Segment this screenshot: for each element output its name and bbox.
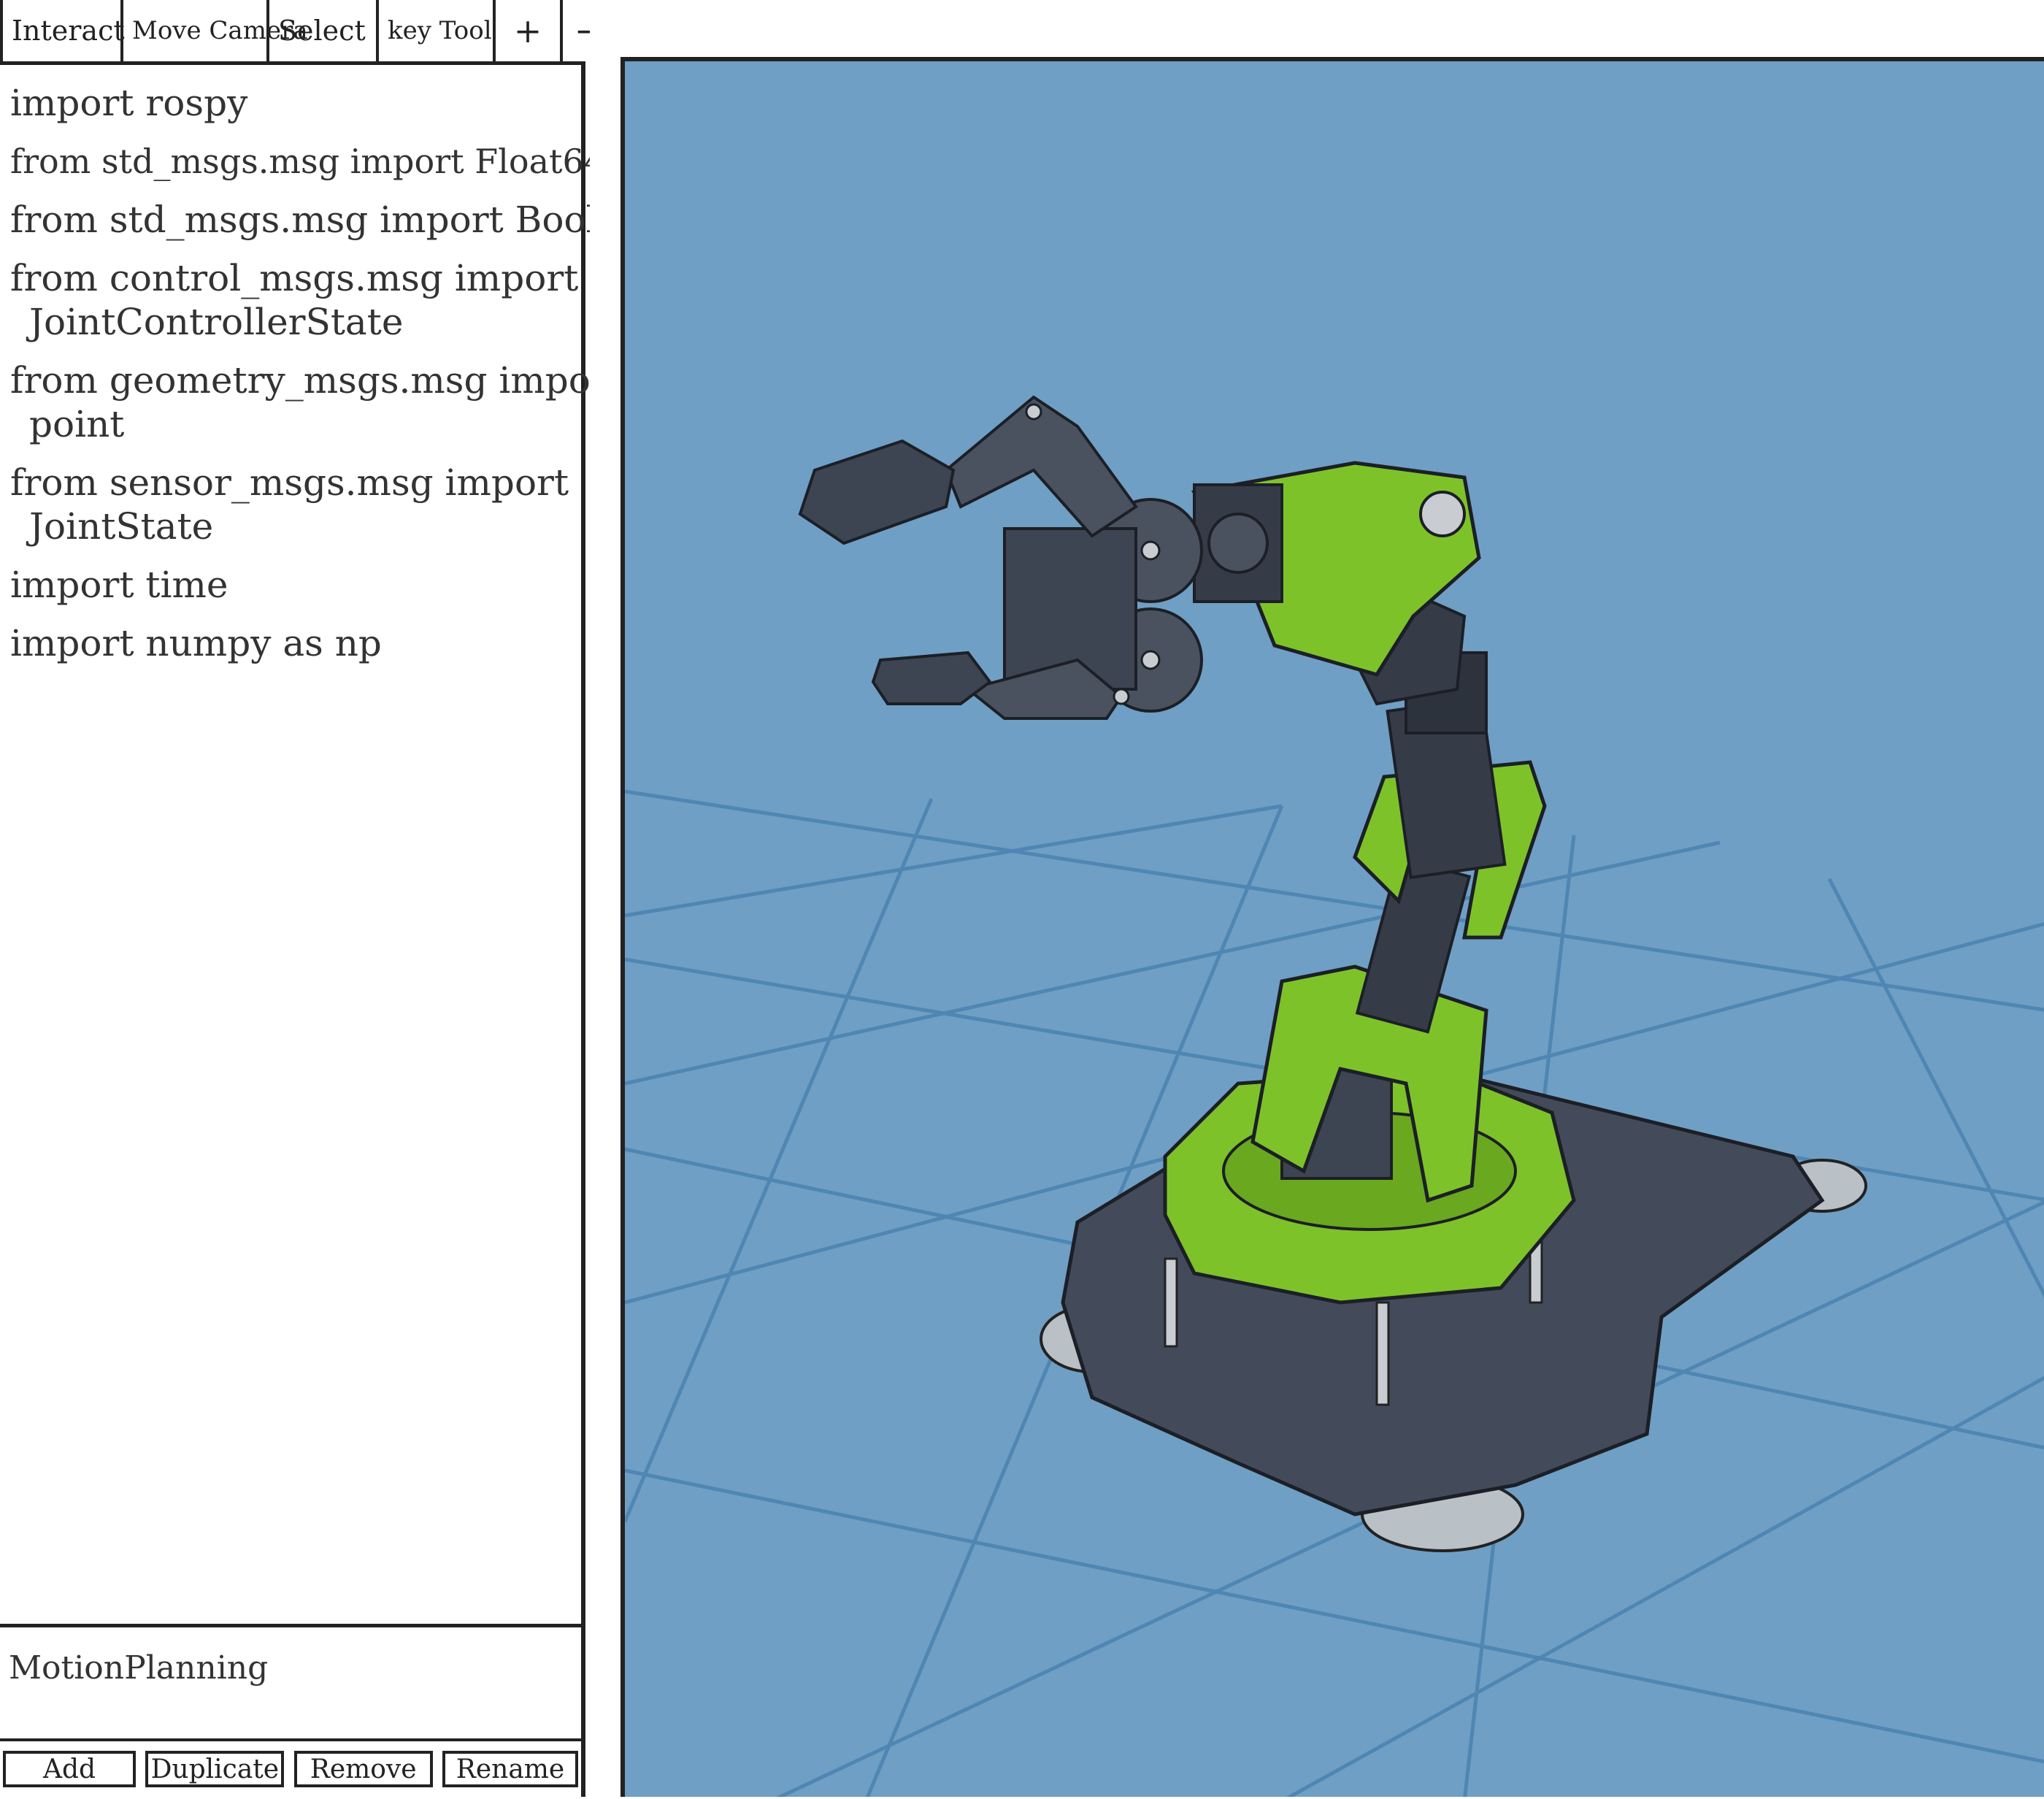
add-button[interactable]: Add xyxy=(3,1751,136,1787)
tool-interact[interactable]: Interact xyxy=(0,0,125,61)
display-item-motion-planning[interactable]: MotionPlanning xyxy=(9,1649,581,1687)
left-panel: import rospy from std_msgs.msg import Fl… xyxy=(0,61,623,1797)
toolbar: Interact Move Camera Select key Tool + − xyxy=(0,0,628,61)
code-line: JointControllerState xyxy=(29,301,404,343)
code-line: point xyxy=(29,403,125,445)
rename-button[interactable]: Rename xyxy=(442,1751,578,1787)
code-line: from sensor_msgs.msg import xyxy=(10,461,569,504)
code-line: from std_msgs.msg import Bool xyxy=(10,199,598,241)
tool-select[interactable]: Select xyxy=(266,0,376,61)
robot-gripper xyxy=(798,395,1203,720)
remove-button[interactable]: Remove xyxy=(293,1751,433,1787)
panel-splitter[interactable] xyxy=(590,0,623,1797)
code-line: from geometry_msgs.msg import xyxy=(10,359,623,402)
code-line: import rospy xyxy=(10,82,248,124)
code-editor[interactable]: import rospy from std_msgs.msg import Fl… xyxy=(0,65,623,1624)
duplicate-button[interactable]: Duplicate xyxy=(145,1751,285,1787)
viewport-scene xyxy=(625,395,2044,1797)
code-line: JointState xyxy=(29,505,214,548)
code-line: import time xyxy=(10,564,228,606)
tool-key-tool[interactable]: key Tool xyxy=(376,0,493,61)
tool-add-button[interactable]: + xyxy=(493,0,560,61)
code-line: from control_msgs.msg import xyxy=(10,257,579,299)
tool-move-camera[interactable]: Move Camera xyxy=(120,0,308,61)
code-line: from std_msgs.msg import Float64 xyxy=(10,142,606,181)
code-line: import numpy as np xyxy=(10,622,382,664)
3d-viewport[interactable] xyxy=(620,57,2044,1797)
display-buttons: Add Duplicate Remove Rename xyxy=(0,1738,581,1797)
